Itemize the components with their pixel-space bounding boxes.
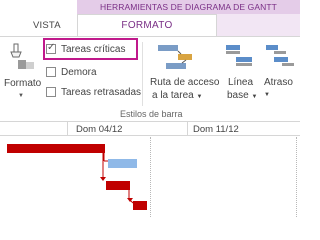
baseline-icon: [226, 45, 252, 66]
task-path-label-line1: Ruta de acceso: [150, 77, 220, 88]
checkbox-label: Tareas retrasadas: [61, 86, 142, 98]
tab-formato[interactable]: FORMATO: [77, 14, 217, 37]
baseline-button[interactable]: Línea base ▼: [222, 40, 258, 106]
task-path-button[interactable]: Ruta de acceso a la tarea ▼: [148, 40, 220, 106]
format-button[interactable]: Formato ▼: [4, 40, 42, 106]
task-path-label-line2: a la tarea ▼: [152, 90, 203, 101]
bar-styles-group-label: Estilos de barra: [120, 109, 183, 119]
critical-tasks-highlight-box: [43, 38, 138, 60]
chevron-down-icon: ▼: [264, 92, 270, 98]
checkbox[interactable]: [46, 87, 56, 97]
gantt-bars: [7, 144, 147, 210]
chevron-down-icon: ▼: [196, 94, 203, 100]
checkbox-label: Demora: [61, 66, 97, 78]
dependency-arrow-icon: [100, 177, 106, 181]
tab-formato-area: FORMATO: [77, 14, 300, 37]
timescale-label: Dom 11/12: [193, 124, 239, 135]
critical-task-bar[interactable]: [7, 144, 105, 153]
timescale: [0, 122, 300, 136]
timescale-label: Dom 04/12: [76, 124, 123, 135]
timescale-tick: [67, 122, 68, 136]
slippage-label: Atraso ▼: [264, 77, 293, 98]
chevron-down-icon: ▼: [251, 94, 258, 100]
critical-task-bar[interactable]: [133, 201, 147, 210]
task-bar[interactable]: [108, 159, 137, 168]
format-button-label: Formato: [4, 78, 42, 89]
baseline-label-line2: base ▼: [227, 90, 258, 101]
timescale-tick: [187, 122, 188, 136]
tab-vista[interactable]: VISTA: [33, 20, 61, 31]
checkbox-slack[interactable]: Demora: [46, 64, 97, 80]
critical-task-bar[interactable]: [106, 181, 130, 190]
baseline-label-line1: Línea: [228, 77, 254, 88]
checkbox[interactable]: [46, 67, 56, 77]
slippage-button[interactable]: Atraso ▼: [262, 40, 300, 106]
slippage-icon: [266, 45, 294, 66]
ribbon-divider: [142, 42, 143, 106]
path-icon: [158, 45, 192, 69]
paintbrush-icon: [10, 43, 34, 69]
checkbox-late-tasks[interactable]: Tareas retrasadas: [46, 84, 141, 100]
gantt-tools-context-header: HERRAMIENTAS DE DIAGRAMA DE GANTT: [77, 0, 300, 14]
chevron-down-icon: ▼: [18, 93, 24, 99]
